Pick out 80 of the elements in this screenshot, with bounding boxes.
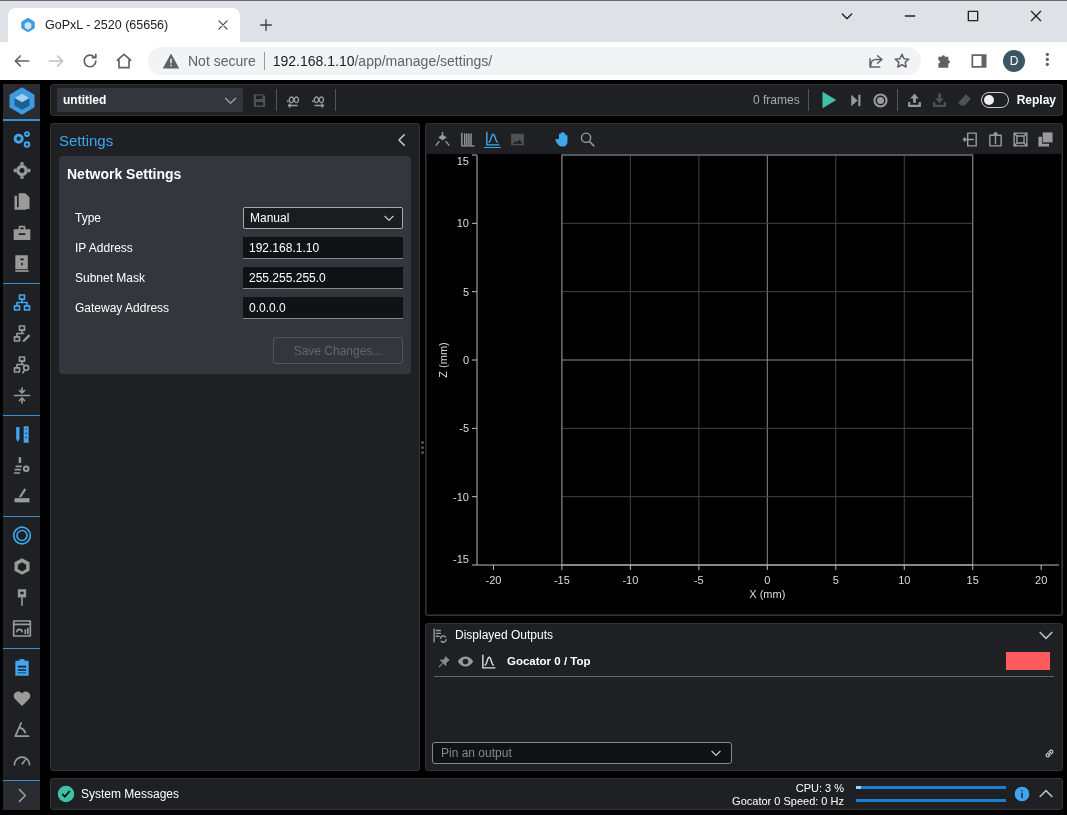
upload-icon[interactable]	[905, 91, 923, 109]
url-text: 192.168.1.10/app/manage/settings/	[272, 53, 493, 69]
settings-icon[interactable]	[11, 159, 32, 181]
3d-view-icon[interactable]	[434, 130, 451, 148]
tick-label: 15	[966, 574, 979, 586]
input-field[interactable]: 255.255.255.0	[243, 267, 403, 289]
tick-label: -10	[622, 574, 639, 586]
share-icon[interactable]	[867, 52, 885, 70]
profile-icon	[480, 652, 497, 670]
pin-icon[interactable]	[438, 654, 451, 668]
field-label: IP Address	[75, 241, 134, 255]
tick-label: -15	[553, 574, 570, 586]
cpu-label: CPU: 3 %	[794, 781, 844, 794]
cube-logo-icon	[20, 17, 36, 33]
system-messages-label[interactable]: System Messages	[81, 787, 180, 801]
warning-icon	[162, 52, 180, 70]
outputs-icon	[432, 626, 449, 644]
panel-title: Settings	[59, 131, 114, 149]
slice-view-icon[interactable]	[459, 130, 476, 148]
maximize-icon[interactable]	[965, 8, 981, 24]
tick-label: 20	[1035, 574, 1048, 586]
type-select[interactable]: Manual	[243, 207, 403, 229]
close-icon[interactable]	[1028, 8, 1044, 24]
color-swatch[interactable]	[1006, 652, 1050, 670]
overlap-icon[interactable]	[1037, 130, 1054, 148]
tick-label: 0	[462, 354, 469, 366]
axis-title: Z (mm)	[437, 342, 449, 378]
tick-label: -15	[453, 553, 469, 565]
profile-view-icon[interactable]	[484, 130, 501, 148]
dial-icon[interactable]	[11, 524, 32, 546]
link-icon[interactable]	[1043, 746, 1056, 760]
side-panel-icon[interactable]	[969, 51, 989, 71]
input-field[interactable]: 192.168.1.10	[243, 237, 403, 259]
tick-label: -5	[459, 422, 469, 435]
field-label: Subnet Mask	[75, 271, 147, 285]
fit-width-icon[interactable]	[962, 130, 979, 148]
sensor-gear-icon[interactable]	[11, 454, 32, 476]
tick-label: -20	[485, 574, 502, 586]
tick-label: -10	[453, 490, 469, 503]
home-icon[interactable]	[114, 51, 134, 71]
check-icon	[57, 785, 75, 803]
record-icon[interactable]	[871, 91, 889, 109]
tick-label: -5	[693, 574, 704, 586]
gears-icon[interactable]	[11, 128, 32, 150]
field-label: Gateway Address	[75, 301, 171, 315]
tick-label: 5	[832, 574, 839, 586]
network-edit-icon[interactable]	[11, 322, 32, 344]
star-icon[interactable]	[893, 52, 911, 70]
tick-label: 5	[462, 285, 469, 298]
output-name: Gocator 0 / Top	[507, 655, 591, 667]
project-select[interactable]: untitled	[57, 88, 243, 112]
input-field[interactable]: 0.0.0.0	[243, 297, 403, 319]
info-icon[interactable]	[1014, 786, 1030, 802]
network-search-icon[interactable]	[11, 353, 32, 375]
profile-avatar[interactable]: D	[1003, 50, 1025, 72]
browser-tab[interactable]: GoPxL - 2520 (65656)	[8, 8, 240, 42]
tick-label: 10	[898, 574, 911, 586]
zoom-icon[interactable]	[579, 130, 596, 148]
card-title: Network Settings	[67, 166, 183, 182]
field-label: Type	[75, 211, 102, 225]
address-bar[interactable]: Not secure 192.168.1.10/app/manage/settings/	[148, 47, 921, 75]
fit-all-icon[interactable]	[1012, 130, 1029, 148]
dashboard-icon[interactable]	[11, 617, 32, 639]
tick-label: 15	[456, 155, 469, 167]
tick-label: 0	[764, 574, 771, 586]
speed-label: Gocator 0 Speed: 0 Hz	[732, 794, 844, 807]
tick-label: 10	[456, 217, 469, 230]
fit-height-icon[interactable]	[987, 130, 1004, 148]
reload-icon[interactable]	[80, 51, 100, 71]
compress-icon[interactable]	[11, 384, 32, 406]
new-tab-icon[interactable]	[258, 17, 274, 33]
panel-title: Displayed Outputs	[455, 628, 554, 642]
close-icon[interactable]	[216, 18, 230, 32]
axis-title: X (mm)	[749, 588, 786, 600]
network-icon[interactable]	[11, 291, 32, 313]
frame-count: 0 frames	[752, 93, 800, 107]
tab-title: GoPxL - 2520 (65656)	[45, 18, 170, 32]
security-label: Not secure	[188, 53, 256, 69]
replay-label: Replay	[1016, 93, 1056, 107]
pin-output-select[interactable]: Pin an output	[432, 742, 732, 764]
